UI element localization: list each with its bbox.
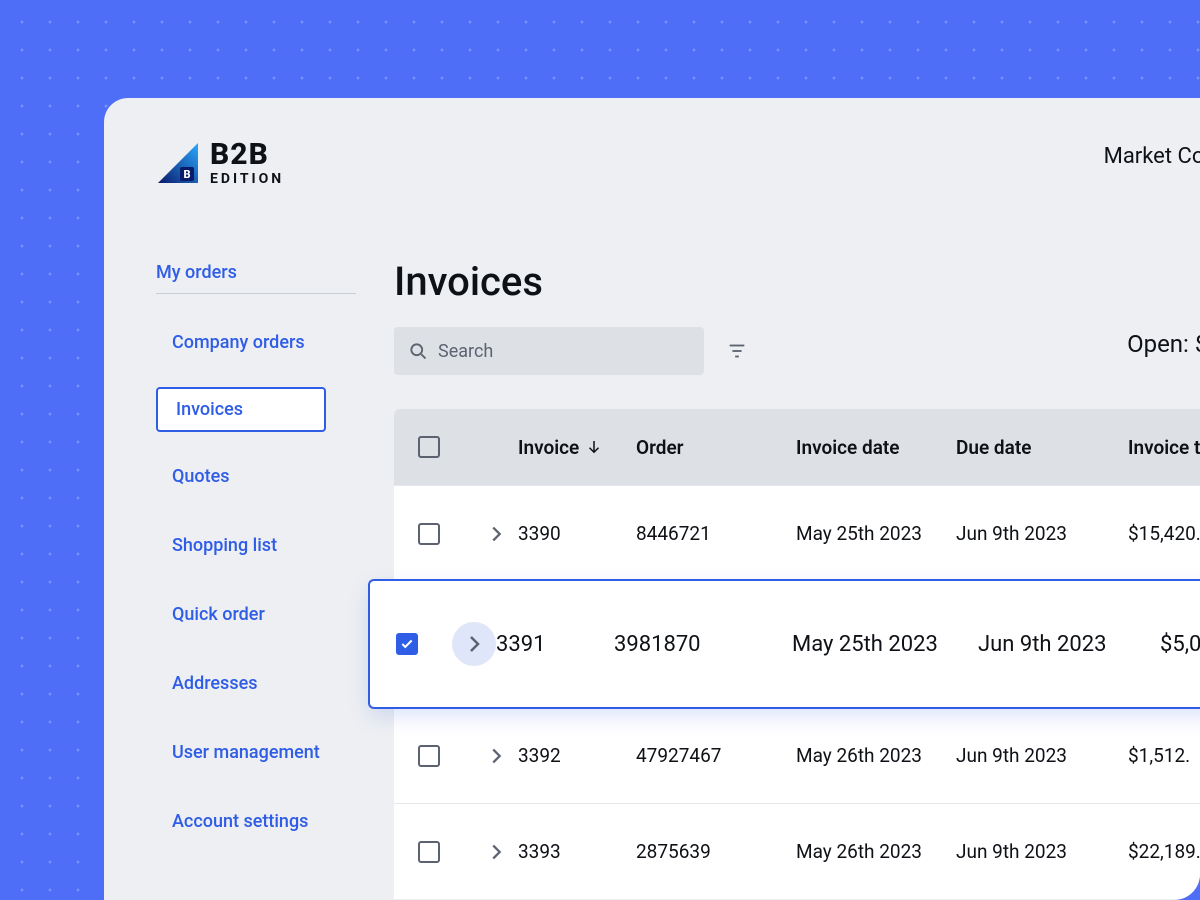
cell-invoice-date: May 26th 2023 <box>796 840 956 863</box>
sort-down-icon <box>585 438 603 456</box>
column-invoice-total[interactable]: Invoice t <box>1128 436 1200 459</box>
row-checkbox[interactable] <box>396 633 418 655</box>
filter-icon <box>726 340 748 362</box>
cell-due-date: Jun 9th 2023 <box>978 632 1160 657</box>
chevron-right-icon <box>485 745 507 767</box>
brand-logo-icon: B <box>156 141 200 185</box>
row-checkbox[interactable] <box>418 523 440 545</box>
cell-due-date: Jun 9th 2023 <box>956 744 1128 767</box>
cell-invoice: 3392 <box>518 744 636 767</box>
cell-invoice: 3391 <box>496 632 614 657</box>
sidebar-item-account-settings[interactable]: Account settings <box>156 797 326 846</box>
sidebar-item-my-orders[interactable]: My orders <box>156 248 356 294</box>
column-invoice[interactable]: Invoice <box>518 436 636 459</box>
search-icon <box>408 341 428 361</box>
column-due-date[interactable]: Due date <box>956 436 1128 459</box>
account-label: Market Consu <box>1104 144 1200 169</box>
cell-total: $22,189. <box>1128 840 1200 863</box>
chevron-right-icon <box>462 632 486 656</box>
cell-total: $15,420. <box>1128 522 1200 545</box>
cell-due-date: Jun 9th 2023 <box>956 840 1128 863</box>
cell-total: $5,00 <box>1160 632 1200 657</box>
main-content: Market Consu Invoices Search <box>394 98 1200 900</box>
open-total-label: Open: $45, <box>1127 330 1200 358</box>
filter-button[interactable] <box>726 340 748 362</box>
cell-total: $1,512. <box>1128 744 1200 767</box>
chevron-right-icon <box>485 841 507 863</box>
expand-row-button[interactable] <box>474 734 518 778</box>
row-checkbox[interactable] <box>418 745 440 767</box>
column-order[interactable]: Order <box>636 436 796 459</box>
cell-order: 8446721 <box>636 522 796 545</box>
invoices-table: Invoice Order Invoice date Due date Invo… <box>394 409 1200 899</box>
select-all-checkbox[interactable] <box>418 436 440 458</box>
column-invoice-date[interactable]: Invoice date <box>796 436 956 459</box>
cell-invoice: 3390 <box>518 522 636 545</box>
sidebar-nav: My orders Company orders Invoices Quotes… <box>104 98 394 900</box>
search-input[interactable]: Search <box>394 327 704 375</box>
app-card: B B2B EDITION My orders Company orders I… <box>104 98 1200 900</box>
row-checkbox[interactable] <box>418 841 440 863</box>
sidebar-item-company-orders[interactable]: Company orders <box>156 318 326 367</box>
cell-invoice-date: May 26th 2023 <box>796 744 956 767</box>
sidebar-item-invoices[interactable]: Invoices <box>156 387 326 432</box>
table-row[interactable]: 3391 3981870 May 25th 2023 Jun 9th 2023 … <box>368 579 1200 709</box>
sidebar-item-quotes[interactable]: Quotes <box>156 452 326 501</box>
chevron-right-icon <box>485 523 507 545</box>
page-title: Invoices <box>394 258 1200 305</box>
brand-text-line2: EDITION <box>210 172 284 186</box>
table-row[interactable]: 3390 8446721 May 25th 2023 Jun 9th 2023 … <box>394 485 1200 581</box>
brand-logo: B B2B EDITION <box>156 140 284 186</box>
cell-order: 3981870 <box>614 632 792 657</box>
cell-invoice-date: May 25th 2023 <box>796 522 956 545</box>
table-row[interactable]: 3392 47927467 May 26th 2023 Jun 9th 2023… <box>394 707 1200 803</box>
cell-invoice-date: May 25th 2023 <box>792 632 978 657</box>
table-header: Invoice Order Invoice date Due date Invo… <box>394 409 1200 485</box>
svg-text:B: B <box>183 168 190 181</box>
expand-row-button[interactable] <box>452 622 496 666</box>
cell-due-date: Jun 9th 2023 <box>956 522 1128 545</box>
expand-row-button[interactable] <box>474 830 518 874</box>
table-row[interactable]: 3393 2875639 May 26th 2023 Jun 9th 2023 … <box>394 803 1200 899</box>
sidebar-item-addresses[interactable]: Addresses <box>156 659 326 708</box>
cell-order: 2875639 <box>636 840 796 863</box>
sidebar-item-quick-order[interactable]: Quick order <box>156 590 326 639</box>
search-placeholder: Search <box>438 341 493 362</box>
cell-invoice: 3393 <box>518 840 636 863</box>
cell-order: 47927467 <box>636 744 796 767</box>
sidebar-item-user-management[interactable]: User management <box>156 728 336 777</box>
brand-text-line1: B2B <box>210 140 284 170</box>
sidebar-item-shopping-list[interactable]: Shopping list <box>156 521 326 570</box>
expand-row-button[interactable] <box>474 512 518 556</box>
